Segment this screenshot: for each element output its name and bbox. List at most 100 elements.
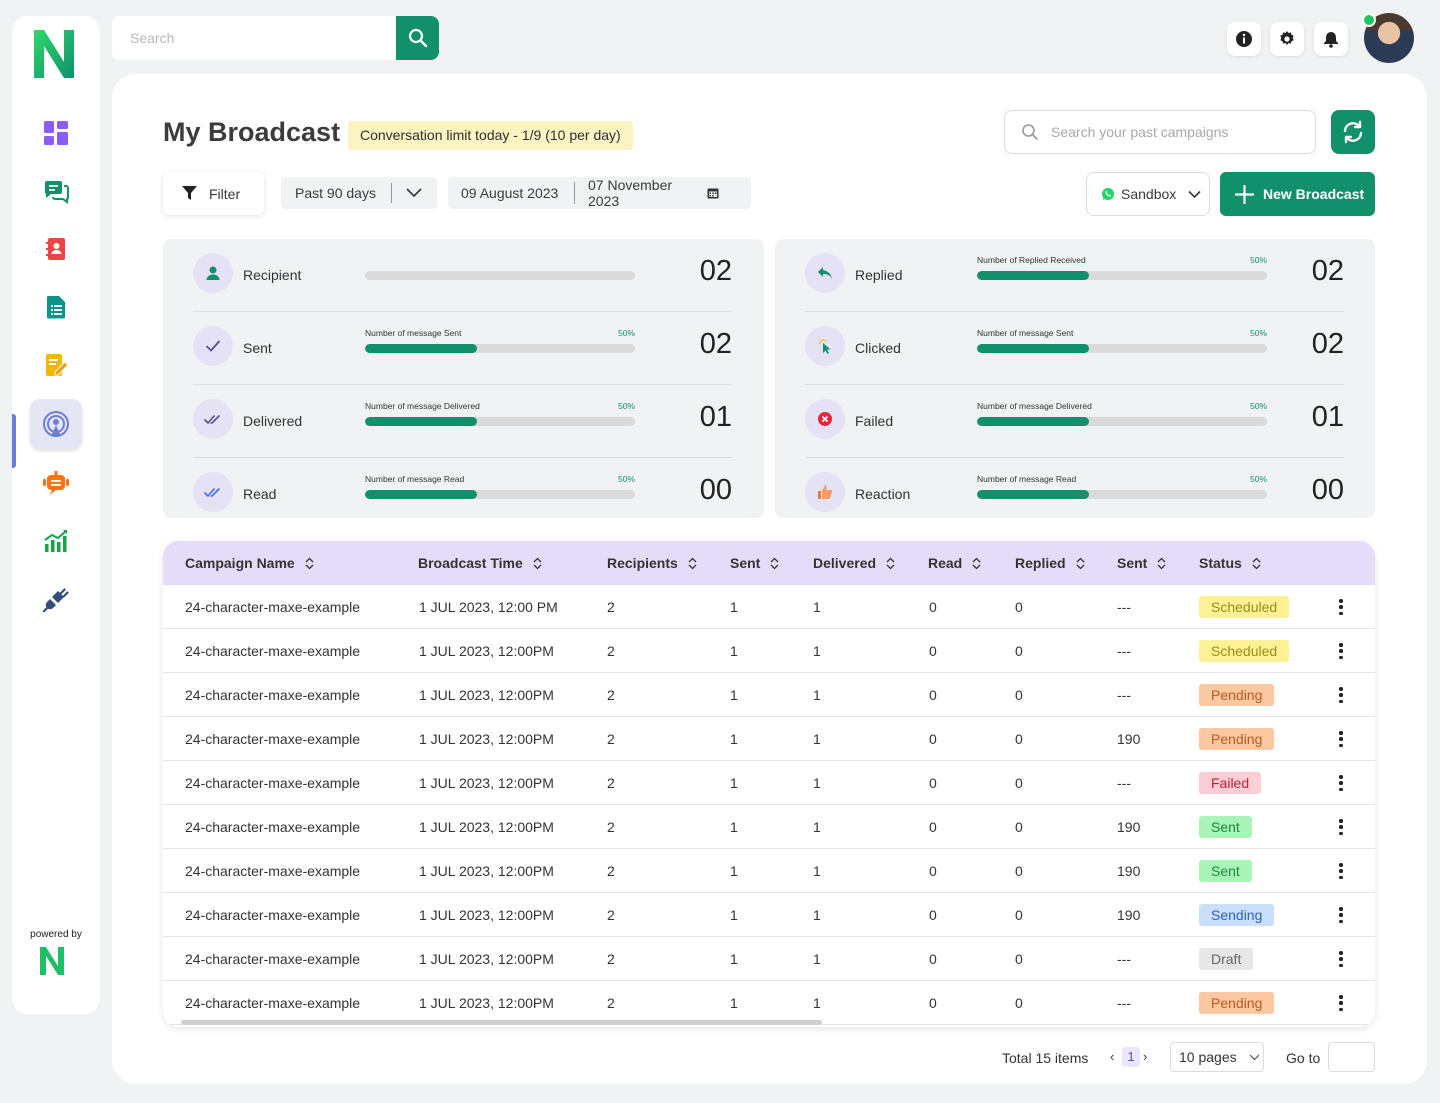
table-row[interactable]: 24-character-maxe-example 1 JUL 2023, 12:…: [163, 717, 1375, 761]
column-header[interactable]: Sent: [1117, 541, 1166, 585]
table-row[interactable]: 24-character-maxe-example 1 JUL 2023, 12:…: [163, 981, 1375, 1025]
sort-icon[interactable]: [972, 557, 981, 570]
sort-icon[interactable]: [770, 557, 779, 570]
row-actions-menu-icon[interactable]: [1335, 863, 1347, 879]
cell-sent: 1: [730, 951, 738, 967]
status-badge: Pending: [1199, 992, 1275, 1014]
stat-row-replied: Replied Number of Replied Received 50% 02: [805, 239, 1344, 312]
column-header[interactable]: Status: [1199, 541, 1261, 585]
sort-icon[interactable]: [886, 557, 895, 570]
cell-sent: 1: [730, 687, 738, 703]
page-title: My Broadcast: [163, 117, 341, 147]
global-search-button[interactable]: [396, 16, 439, 60]
nav-integrations[interactable]: [30, 574, 82, 624]
pagination-current-page[interactable]: 1: [1122, 1047, 1140, 1067]
column-header[interactable]: Campaign Name: [185, 541, 314, 585]
dot: [1339, 919, 1343, 923]
horizontal-scrollbar[interactable]: [181, 1020, 822, 1025]
cell-read: 0: [929, 863, 937, 879]
column-header[interactable]: Read: [928, 541, 981, 585]
global-search-input[interactable]: [112, 16, 396, 60]
pagination-prev[interactable]: ‹: [1110, 1049, 1114, 1064]
sandbox-select[interactable]: Sandbox: [1086, 172, 1210, 216]
sort-icon[interactable]: [1252, 557, 1261, 570]
nav-documents[interactable]: [30, 282, 82, 332]
row-actions-menu-icon[interactable]: [1335, 995, 1347, 1011]
stat-row-recipient: Recipient 02: [193, 239, 732, 312]
nav-dashboard[interactable]: [30, 108, 82, 158]
settings-button[interactable]: [1270, 22, 1304, 56]
cell-replied: 0: [1015, 643, 1023, 659]
date-from[interactable]: 09 August 2023: [448, 185, 574, 201]
progress-caption: Number of Replied Received: [977, 255, 1086, 265]
row-actions-menu-icon[interactable]: [1335, 599, 1347, 615]
table-row[interactable]: 24-character-maxe-example 1 JUL 2023, 12:…: [163, 761, 1375, 805]
nav-contacts[interactable]: [30, 224, 82, 274]
table-row[interactable]: 24-character-maxe-example 1 JUL 2023, 12:…: [163, 937, 1375, 981]
table-row[interactable]: 24-character-maxe-example 1 JUL 2023, 12:…: [163, 805, 1375, 849]
nav-analytics[interactable]: [30, 516, 82, 566]
table-row[interactable]: 24-character-maxe-example 1 JUL 2023, 12:…: [163, 585, 1375, 629]
page-size-select[interactable]: 10 pages: [1170, 1042, 1264, 1072]
date-range-picker[interactable]: 09 August 2023 07 November 2023: [448, 177, 751, 209]
stat-row-sent: Sent Number of message Sent 50% 02: [193, 312, 732, 385]
cell-sent2: ---: [1117, 995, 1131, 1011]
cell-name: 24-character-maxe-example: [185, 775, 361, 791]
dot: [1339, 605, 1343, 609]
sort-icon[interactable]: [305, 557, 314, 570]
past-campaign-search-input[interactable]: [1051, 111, 1301, 153]
progress-track: [977, 271, 1267, 280]
row-actions-menu-icon[interactable]: [1335, 819, 1347, 835]
sort-icon[interactable]: [1157, 557, 1166, 570]
nav-chats[interactable]: [30, 166, 82, 216]
stat-label: Read: [243, 486, 277, 502]
row-actions-menu-icon[interactable]: [1335, 907, 1347, 923]
table-row[interactable]: 24-character-maxe-example 1 JUL 2023, 12:…: [163, 849, 1375, 893]
sort-icon[interactable]: [688, 557, 697, 570]
progress-track: [365, 417, 635, 426]
column-header[interactable]: Delivered: [813, 541, 895, 585]
table-row[interactable]: 24-character-maxe-example 1 JUL 2023, 12:…: [163, 673, 1375, 717]
nav-bots[interactable]: [30, 458, 82, 508]
filter-button[interactable]: Filter: [163, 172, 264, 215]
stat-label: Delivered: [243, 413, 303, 429]
progress-caption: Number of message Sent: [977, 328, 1074, 338]
cell-recipients: 2: [607, 951, 615, 967]
refresh-button[interactable]: [1331, 110, 1375, 154]
dot: [1339, 611, 1343, 615]
nav-broadcast[interactable]: [30, 399, 82, 449]
sidebar: powered by: [12, 16, 100, 1014]
column-header[interactable]: Sent: [730, 541, 779, 585]
sort-icon[interactable]: [1076, 557, 1085, 570]
cell-replied: 0: [1015, 951, 1023, 967]
row-actions-menu-icon[interactable]: [1335, 731, 1347, 747]
nav-notes[interactable]: [30, 340, 82, 390]
row-actions-menu-icon[interactable]: [1335, 643, 1347, 659]
notifications-button[interactable]: [1314, 22, 1348, 56]
new-broadcast-button[interactable]: New Broadcast: [1220, 172, 1375, 216]
cell-name: 24-character-maxe-example: [185, 951, 361, 967]
global-search: [112, 16, 439, 60]
stat-value: 02: [699, 328, 732, 360]
pagination-next[interactable]: ›: [1143, 1049, 1147, 1064]
row-actions-menu-icon[interactable]: [1335, 775, 1347, 791]
status-badge: Sent: [1199, 816, 1252, 838]
goto-page-input[interactable]: [1328, 1042, 1375, 1072]
brand-logo[interactable]: [30, 24, 78, 84]
column-header[interactable]: Recipients: [607, 541, 697, 585]
row-actions-menu-icon[interactable]: [1335, 687, 1347, 703]
table-row[interactable]: 24-character-maxe-example 1 JUL 2023, 12:…: [163, 629, 1375, 673]
info-button[interactable]: [1227, 22, 1261, 56]
person-icon: [206, 266, 220, 280]
table-row[interactable]: 24-character-maxe-example 1 JUL 2023, 12:…: [163, 893, 1375, 937]
sort-icon[interactable]: [533, 557, 542, 570]
column-header[interactable]: Replied: [1015, 541, 1085, 585]
thumbs-up-icon: [818, 485, 833, 499]
cell-sent2: ---: [1117, 687, 1131, 703]
date-range-preset-select[interactable]: Past 90 days: [281, 177, 437, 209]
row-actions-menu-icon[interactable]: [1335, 951, 1347, 967]
date-to[interactable]: 07 November 2023: [575, 177, 707, 209]
table-header: Campaign Name Broadcast Time Recipients Sen…: [163, 541, 1375, 585]
column-header[interactable]: Broadcast Time: [418, 541, 542, 585]
stat-row-delivered: Delivered Number of message Delivered 50%…: [193, 385, 732, 458]
